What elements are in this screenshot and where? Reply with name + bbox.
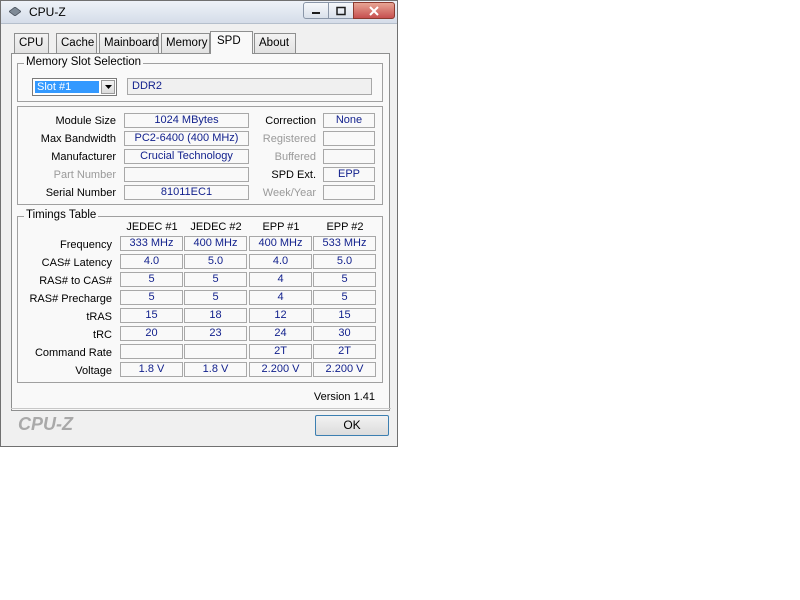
timing-cell: 4 (249, 272, 312, 287)
tab-label: Mainboard (104, 37, 159, 49)
timings-row-label: tRC (93, 329, 112, 341)
spd-ext-field: EPP (323, 167, 375, 182)
timing-cell: 5 (184, 290, 247, 305)
memory-slot-group-label: Memory Slot Selection (24, 56, 144, 68)
registered-label: Registered (262, 133, 316, 145)
timing-cell: 2.200 V (313, 362, 376, 377)
serial-number-label: Serial Number (45, 187, 116, 199)
timing-cell (120, 344, 183, 359)
timing-cell: 4.0 (120, 254, 183, 269)
max-bandwidth-field: PC2-6400 (400 MHz) (124, 131, 249, 146)
footer-divider (11, 408, 391, 409)
timing-cell: 5 (313, 272, 376, 287)
part-number-label: Part Number (53, 169, 116, 181)
timing-cell: 400 MHz (249, 236, 312, 251)
close-button[interactable] (353, 2, 395, 19)
correction-field: None (323, 113, 375, 128)
max-bandwidth-label: Max Bandwidth (40, 133, 116, 145)
timings-row-label: tRAS (86, 311, 112, 323)
cpuz-brand-logo: CPU-Z (18, 414, 73, 434)
timings-row-label: Command Rate (34, 347, 112, 359)
timing-cell: 2.200 V (249, 362, 312, 377)
serial-number-field: 81011EC1 (124, 185, 249, 200)
timing-cell: 12 (249, 308, 312, 323)
timing-cell: 5 (120, 290, 183, 305)
chevron-down-icon (105, 85, 112, 89)
timing-cell: 15 (313, 308, 376, 323)
tab-memory[interactable]: Memory (161, 33, 210, 53)
spd-ext-label: SPD Ext. (271, 169, 316, 181)
tab-label: CPU (19, 37, 44, 49)
timings-table-group-label: Timings Table (24, 209, 99, 221)
timings-column-header: EPP #1 (262, 221, 300, 233)
maximize-button[interactable] (328, 2, 354, 19)
manufacturer-field: Crucial Technology (124, 149, 249, 164)
timing-cell: 5 (313, 290, 376, 305)
tab-about[interactable]: About (254, 33, 296, 53)
timing-cell: 5.0 (184, 254, 247, 269)
timing-cell: 30 (313, 326, 376, 341)
timings-row-label: RAS# Precharge (29, 293, 112, 305)
timing-cell: 2T (249, 344, 312, 359)
timing-cell: 15 (120, 308, 183, 323)
tab-cpu[interactable]: CPU (14, 33, 49, 53)
buffered-label: Buffered (274, 151, 316, 163)
cpuz-window: CPU-Z CPU Cache Mainboard Memory SPD Abo… (0, 0, 398, 447)
timing-cell: 1.8 V (184, 362, 247, 377)
slot-select-value: Slot #1 (35, 81, 99, 93)
timing-cell: 24 (249, 326, 312, 341)
timing-cell: 1.8 V (120, 362, 183, 377)
timing-cell: 5.0 (313, 254, 376, 269)
manufacturer-label: Manufacturer (51, 151, 116, 163)
timing-cell: 18 (184, 308, 247, 323)
version-label: Version 1.41 (313, 391, 375, 403)
timing-cell: 400 MHz (184, 236, 247, 251)
timing-cell: 2T (313, 344, 376, 359)
tab-label: Memory (166, 37, 208, 49)
timing-cell: 333 MHz (120, 236, 183, 251)
slot-select[interactable]: Slot #1 (32, 78, 117, 96)
timing-cell: 5 (120, 272, 183, 287)
timing-cell (184, 344, 247, 359)
week-year-label: Week/Year (262, 187, 316, 199)
timings-column-header: JEDEC #2 (190, 221, 242, 233)
timings-row-label: Voltage (75, 365, 112, 377)
title-bar[interactable]: CPU-Z (1, 1, 397, 24)
timings-row-label: RAS# to CAS# (39, 275, 112, 287)
timing-cell: 23 (184, 326, 247, 341)
minimize-button[interactable] (303, 2, 329, 19)
tab-mainboard[interactable]: Mainboard (99, 33, 159, 53)
timing-cell: 533 MHz (313, 236, 376, 251)
timings-column-header: EPP #2 (326, 221, 364, 233)
timing-cell: 5 (184, 272, 247, 287)
tab-spd[interactable]: SPD (210, 31, 253, 54)
timing-cell: 20 (120, 326, 183, 341)
dropdown-arrow-button[interactable] (101, 80, 115, 94)
week-year-field (323, 185, 375, 200)
part-number-field (124, 167, 249, 182)
tab-label: SPD (217, 35, 241, 47)
timings-column-header: JEDEC #1 (126, 221, 178, 233)
tab-label: Cache (61, 37, 95, 49)
tab-label: About (259, 37, 290, 49)
registered-field (323, 131, 375, 146)
correction-label: Correction (265, 115, 316, 127)
window-title: CPU-Z (29, 5, 66, 19)
ok-button[interactable]: OK (315, 415, 389, 436)
timings-row-label: Frequency (60, 239, 112, 251)
module-size-label: Module Size (55, 115, 116, 127)
cpuz-app-icon (9, 7, 21, 16)
minimize-icon (312, 11, 320, 14)
timings-row-label: CAS# Latency (41, 257, 112, 269)
memory-type-field: DDR2 (127, 78, 372, 95)
tab-cache[interactable]: Cache (56, 33, 97, 53)
timing-cell: 4 (249, 290, 312, 305)
timing-cell: 4.0 (249, 254, 312, 269)
close-icon (369, 5, 379, 16)
module-size-field: 1024 MBytes (124, 113, 249, 128)
buffered-field (323, 149, 375, 164)
maximize-icon (336, 6, 346, 15)
